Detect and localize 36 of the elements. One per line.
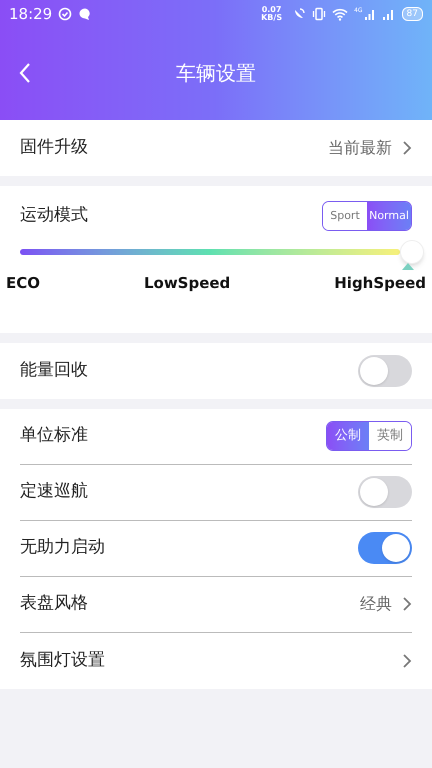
clock: 18:29 bbox=[9, 4, 52, 25]
setting-label: 运动模式 bbox=[20, 204, 88, 228]
chevron-right-icon bbox=[402, 596, 412, 612]
setting-label: 固件升级 bbox=[20, 136, 88, 160]
chevron-right-icon bbox=[402, 140, 412, 156]
segment-option[interactable]: Normal bbox=[367, 202, 411, 230]
setting-label: 表盘风格 bbox=[20, 592, 88, 616]
pointer-icon bbox=[402, 263, 414, 270]
signal-icon bbox=[382, 8, 396, 20]
vibrate-icon bbox=[312, 7, 326, 21]
segment-option[interactable]: 公制 bbox=[327, 422, 369, 450]
network-speed: 0.07 bbox=[262, 6, 282, 14]
speed-label: ECO bbox=[6, 273, 40, 294]
speed-label: LowSpeed bbox=[144, 273, 230, 294]
toggle-switch[interactable] bbox=[358, 532, 412, 564]
page-title: 车辆设置 bbox=[175, 60, 257, 87]
check-circle-icon bbox=[58, 7, 72, 21]
signal-icon bbox=[364, 8, 376, 20]
setting-value: 经典 bbox=[360, 593, 392, 615]
chevron-right-icon bbox=[402, 652, 412, 668]
setting-label: 氛围灯设置 bbox=[20, 648, 105, 672]
setting-label: 能量回收 bbox=[20, 358, 88, 382]
toggle-switch[interactable] bbox=[358, 476, 412, 508]
satellite-icon bbox=[292, 7, 306, 21]
battery-indicator: 87 bbox=[402, 7, 423, 21]
chat-bubble-icon bbox=[78, 7, 92, 21]
setting-label: 定速巡航 bbox=[20, 480, 88, 504]
speed-label: HighSpeed bbox=[334, 273, 426, 294]
setting-value: 当前最新 bbox=[328, 137, 392, 159]
wifi-icon bbox=[332, 8, 348, 20]
slider-thumb[interactable] bbox=[400, 240, 424, 264]
back-icon[interactable] bbox=[18, 62, 32, 84]
toggle-switch[interactable] bbox=[358, 354, 412, 386]
setting-label: 无助力启动 bbox=[20, 536, 105, 560]
setting-label: 单位标准 bbox=[20, 424, 88, 448]
network-speed: KB/S bbox=[261, 14, 282, 22]
